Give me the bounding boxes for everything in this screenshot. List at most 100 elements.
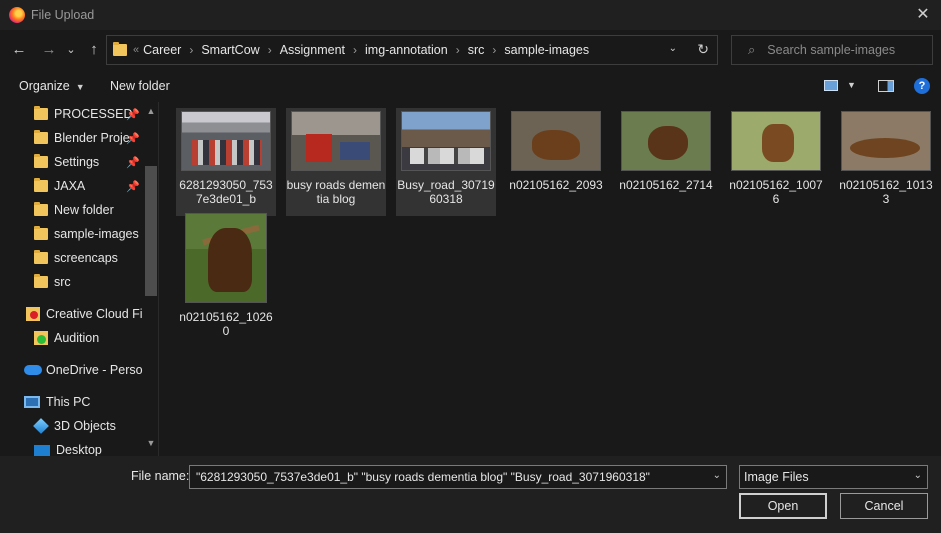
new-folder-button[interactable]: New folder (110, 79, 170, 93)
file-item[interactable]: n02105162_2093 (506, 108, 606, 216)
file-item[interactable]: n02105162_2714 (616, 108, 716, 216)
file-name: busy roads dementia blog (286, 178, 386, 206)
search-input[interactable]: Search sample-images (767, 43, 895, 57)
pin-icon[interactable]: 📌 (126, 108, 140, 121)
file-item[interactable]: n02105162_10260 (176, 210, 276, 338)
sidebar-item-settings[interactable]: Settings (34, 151, 99, 173)
file-name: n02105162_10260 (179, 310, 273, 338)
chevron-right-icon[interactable]: › (492, 43, 496, 57)
audition-folder-icon (34, 331, 48, 345)
scrollbar-thumb[interactable] (145, 166, 157, 296)
forward-icon[interactable]: → (39, 40, 59, 60)
sidebar-item-jaxa[interactable]: JAXA (34, 175, 85, 197)
file-name-label: File name: (131, 469, 190, 483)
scroll-down-icon[interactable]: ▼ (145, 438, 157, 448)
creative-cloud-icon (26, 307, 40, 321)
breadcrumb-career[interactable]: Career (143, 43, 181, 57)
search-box[interactable]: ⌕ Search sample-images (731, 35, 933, 65)
file-name: n02105162_10076 (729, 178, 823, 206)
file-item[interactable]: busy roads dementia blog (286, 108, 386, 216)
chevron-right-icon[interactable]: › (353, 43, 357, 57)
breadcrumb: Career › SmartCow › Assignment › img-ann… (143, 43, 589, 57)
file-item[interactable]: Busy_road_3071960318 (396, 108, 496, 216)
sidebar-item-label: 3D Objects (54, 419, 116, 433)
breadcrumb-smartcow[interactable]: SmartCow (201, 43, 259, 57)
file-type-select[interactable]: Image Files ⌄ (739, 465, 928, 489)
sidebar-item-screencaps[interactable]: screencaps (34, 247, 118, 269)
sidebar-item-label: sample-images (54, 227, 139, 241)
sidebar-scrollbar[interactable]: ▲ ▼ (143, 102, 158, 456)
scroll-up-icon[interactable]: ▲ (145, 106, 157, 116)
file-item[interactable]: n02105162_10076 (726, 108, 826, 216)
sidebar-item-src[interactable]: src (34, 271, 71, 293)
caret-down-icon[interactable]: ▼ (847, 80, 856, 90)
file-name: 6281293050_7537e3de01_b (179, 178, 273, 206)
image-thumbnail (401, 111, 491, 171)
preview-pane-icon[interactable] (878, 80, 894, 92)
chevron-down-icon[interactable]: ⌄ (914, 470, 922, 481)
chevron-right-icon[interactable]: › (456, 43, 460, 57)
breadcrumb-src[interactable]: src (468, 43, 485, 57)
sidebar-item-blender-projects[interactable]: Blender Proje (34, 127, 130, 149)
file-item[interactable]: 6281293050_7537e3de01_b (176, 108, 276, 216)
folder-icon (34, 226, 48, 240)
sidebar-item-this-pc[interactable]: This PC (24, 391, 90, 413)
recent-locations-icon[interactable]: ⌄ (61, 40, 81, 60)
folder-icon (34, 178, 48, 192)
breadcrumb-overflow[interactable]: « (133, 44, 139, 56)
chevron-down-icon[interactable]: ⌄ (713, 470, 721, 481)
dialog-footer: File name: "6281293050_7537e3de01_b" "bu… (0, 456, 941, 533)
file-name-value[interactable]: "6281293050_7537e3de01_b" "busy roads de… (196, 470, 650, 484)
cancel-button[interactable]: Cancel (840, 493, 928, 519)
address-bar[interactable]: « Career › SmartCow › Assignment › img-a… (106, 35, 718, 65)
sidebar-item-label: This PC (46, 395, 91, 409)
refresh-icon[interactable]: ↻ (697, 41, 709, 58)
help-icon[interactable]: ? (914, 78, 930, 94)
sidebar-item-sample-images[interactable]: sample-images (34, 223, 139, 245)
open-button[interactable]: Open (739, 493, 827, 519)
onedrive-icon (24, 365, 42, 375)
back-icon[interactable]: ← (9, 40, 29, 60)
sidebar-item-3d-objects[interactable]: 3D Objects (33, 415, 116, 437)
firefox-icon (9, 7, 25, 23)
organize-label: Organize (19, 79, 70, 93)
file-list: 6281293050_7537e3de01_b busy roads demen… (158, 102, 941, 456)
breadcrumb-assignment[interactable]: Assignment (280, 43, 345, 57)
sidebar-item-label: PROCESSED (54, 107, 133, 121)
sidebar-item-audition[interactable]: Audition (34, 327, 99, 349)
sidebar-item-label: screencaps (54, 251, 118, 265)
sidebar-item-label: src (54, 275, 71, 289)
up-folder-icon[interactable]: ↑ (84, 40, 104, 60)
close-icon[interactable]: ✕ (913, 5, 933, 25)
this-pc-icon (24, 396, 40, 408)
chevron-right-icon[interactable]: › (268, 43, 272, 57)
chevron-right-icon[interactable]: › (189, 43, 193, 57)
file-name-field[interactable]: "6281293050_7537e3de01_b" "busy roads de… (189, 465, 727, 489)
image-thumbnail (621, 111, 711, 171)
sidebar-item-processed[interactable]: PROCESSED (34, 103, 133, 125)
sidebar-item-onedrive[interactable]: OneDrive - Persor (24, 359, 147, 381)
change-view-icon[interactable] (824, 80, 838, 91)
image-thumbnail (841, 111, 931, 171)
chevron-down-icon[interactable]: ⌄ (669, 43, 677, 54)
file-item[interactable]: n02105162_10133 (836, 108, 936, 216)
sidebar-item-new-folder[interactable]: New folder (34, 199, 114, 221)
folder-icon (34, 154, 48, 168)
3d-objects-icon (33, 418, 49, 434)
folder-icon (34, 202, 48, 216)
breadcrumb-sample-images[interactable]: sample-images (504, 43, 589, 57)
breadcrumb-img-annotation[interactable]: img-annotation (365, 43, 448, 57)
file-name: n02105162_2714 (619, 178, 713, 192)
title-bar: File Upload ✕ (0, 0, 941, 30)
pin-icon[interactable]: 📌 (126, 132, 140, 145)
file-name: n02105162_10133 (839, 178, 933, 206)
sidebar-item-desktop[interactable]: Desktop (34, 439, 102, 456)
organize-button[interactable]: Organize ▼ (19, 79, 85, 93)
command-bar: Organize ▼ New folder ▼ ? (0, 70, 941, 102)
sidebar-item-label: Desktop (56, 443, 102, 456)
navigation-pane: PROCESSED 📌 Blender Proje 📌 Settings 📌 J… (0, 102, 158, 456)
pin-icon[interactable]: 📌 (126, 156, 140, 169)
sidebar-item-creative-cloud-files[interactable]: Creative Cloud Fil (26, 303, 145, 325)
pin-icon[interactable]: 📌 (126, 180, 140, 193)
folder-icon (34, 130, 48, 144)
